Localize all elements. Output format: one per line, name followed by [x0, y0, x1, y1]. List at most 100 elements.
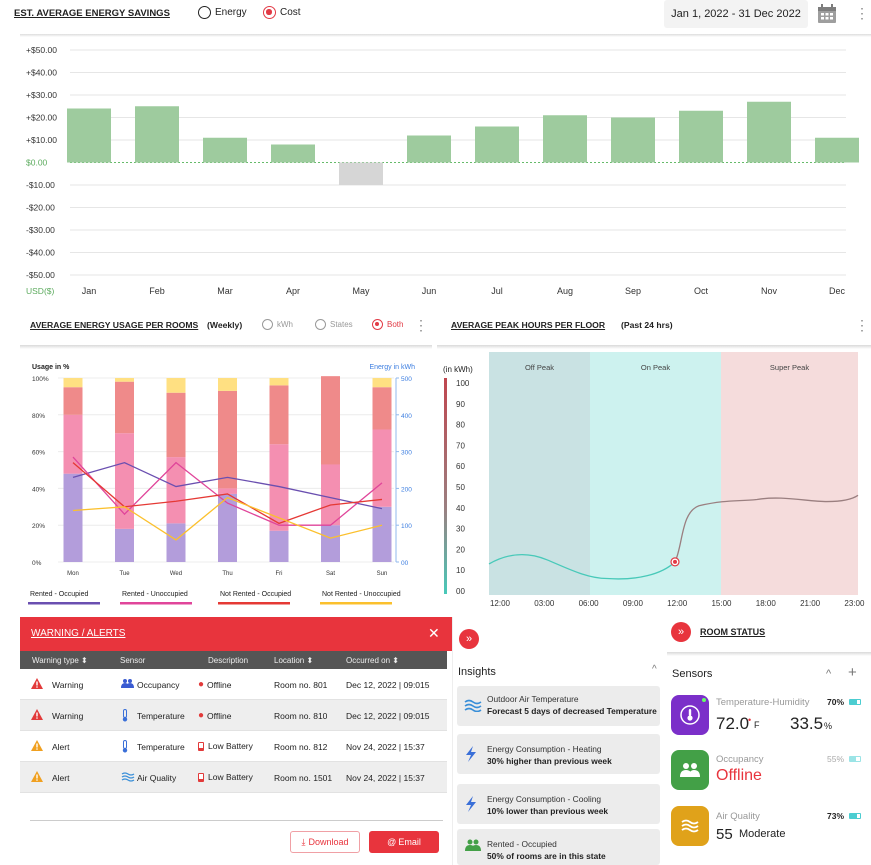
peak-more-icon[interactable]: ⋮ — [855, 318, 869, 332]
savings-chart: +$50.00 +$40.00 +$30.00 +$20.00 +$10.00 $0.00… — [26, 45, 859, 296]
y2-tick-label: 200 — [401, 486, 412, 493]
download-button[interactable]: ⤓ Download — [290, 831, 360, 853]
warning-type: Warning — [52, 711, 84, 721]
occurred-on: Dec 12, 2022 | 09:015 — [346, 680, 430, 690]
radio-circle[interactable] — [315, 319, 326, 330]
collapse-icon[interactable]: ^ — [652, 664, 657, 675]
y-tick-label: $0.00 — [26, 158, 48, 168]
insight-title: Rented - Occupied — [487, 839, 557, 849]
battery-level: 55% — [827, 754, 845, 764]
occurred-on: Nov 24, 2022 | 15:37 — [346, 742, 425, 752]
sensor-name: Air Quality — [716, 811, 760, 822]
y2-tick-label: 400 — [401, 413, 412, 420]
y-tick-label: 0% — [32, 560, 42, 567]
sensor-card-occupancy[interactable]: Occupancy 55% Offline — [671, 750, 869, 798]
sensor-card-air-quality[interactable]: Air Quality 73% 55 Moderate — [671, 806, 869, 854]
x-tick-label: Apr — [286, 286, 300, 296]
x-tick-label: Tue — [119, 571, 130, 577]
calendar-icon[interactable] — [816, 3, 838, 30]
y-tick-label: +$10.00 — [26, 135, 57, 145]
insight-detail: 50% of rooms are in this state — [487, 851, 606, 861]
rooms-more-icon[interactable]: ⋮ — [414, 318, 428, 332]
y-tick-label: +$40.00 — [26, 68, 57, 78]
insight-card[interactable]: Rented - Occupied 50% of rooms are in thi… — [457, 829, 660, 865]
col-warning-type[interactable]: Warning type ⬍ — [32, 656, 88, 665]
x-tick-label: 12:00 — [490, 599, 511, 608]
warnings-title: WARNING / ALERTS — [31, 628, 126, 639]
col-description: Description — [208, 655, 249, 665]
radio-circle-selected[interactable] — [263, 6, 276, 19]
insight-card[interactable]: Outdoor Air Temperature Forecast 5 days o… — [457, 686, 660, 726]
battery-icon — [849, 813, 861, 819]
sensor-card-temperature-humidity[interactable]: Temperature-Humidity 70% 72.0 • F 33.5 % — [671, 695, 869, 743]
divider — [30, 820, 443, 821]
table-row[interactable]: Warning Occupancy ● Offline Room no. 801 Dec … — [20, 669, 447, 700]
divider — [667, 652, 871, 656]
close-icon[interactable]: ✕ — [428, 625, 440, 642]
y-tick-label: 30 — [456, 525, 465, 534]
y-tick-label: 20 — [456, 545, 465, 554]
y-tick-label: 100 — [456, 379, 470, 388]
rooms-subtitle: (Weekly) — [207, 320, 243, 330]
y-tick-label: -$50.00 — [26, 270, 55, 280]
add-icon[interactable]: + — [848, 664, 857, 681]
warning-icon — [31, 709, 43, 722]
x-tick-label: 06:00 — [579, 599, 600, 608]
x-tick-label: Jun — [422, 286, 437, 296]
radio-circle[interactable] — [198, 6, 211, 19]
bar — [67, 108, 111, 163]
stack-segment — [321, 525, 340, 562]
y-tick-label: 10 — [456, 566, 465, 575]
expand-icon[interactable]: » — [459, 629, 479, 649]
col-occurred-on[interactable]: Occurred on ⬍ — [346, 656, 399, 665]
sensor-status: Offline — [716, 767, 762, 784]
battery-icon — [849, 756, 861, 762]
collapse-icon[interactable]: ^ — [826, 668, 831, 680]
insight-title: Energy Consumption - Cooling — [487, 794, 602, 804]
email-button[interactable]: @ Email — [369, 831, 439, 853]
y-tick-label: 40% — [32, 486, 45, 493]
legend-swatch — [320, 602, 392, 605]
stack-segment — [166, 378, 186, 393]
table-row[interactable]: Alert Air Quality Low Battery Room no. 1501… — [20, 762, 447, 793]
radio-kwh[interactable]: kWh — [262, 319, 293, 330]
warnings-header: WARNING / ALERTS ✕ — [20, 617, 452, 651]
y-tick-label: 90 — [456, 400, 465, 409]
x-tick-label: Oct — [694, 286, 709, 296]
bar — [611, 117, 655, 163]
table-row[interactable]: Alert Temperature Low Battery Room no. 812 N… — [20, 731, 447, 762]
radio-cost[interactable]: Cost — [263, 6, 301, 19]
email-label: Email — [398, 837, 421, 847]
air-icon — [464, 698, 482, 714]
stack-segment — [372, 378, 392, 388]
col-location[interactable]: Location ⬍ — [274, 656, 313, 665]
insight-card[interactable]: Energy Consumption - Cooling 10% lower th… — [457, 784, 660, 824]
current-point-dot — [673, 559, 677, 564]
y-tick-label: +$20.00 — [26, 113, 57, 123]
radio-circle-selected[interactable] — [372, 319, 383, 330]
insight-card[interactable]: Energy Consumption - Heating 30% higher t… — [457, 734, 660, 774]
sensor-name: Air Quality — [137, 773, 177, 783]
table-row[interactable]: Warning Temperature ● Offline Room no. 810 De… — [20, 700, 447, 731]
zone-label: Off Peak — [525, 363, 554, 372]
x-tick-label: 21:00 — [800, 599, 821, 608]
stack-segment — [115, 381, 134, 434]
stack-segment — [321, 464, 340, 526]
peak-zone — [590, 352, 721, 595]
radio-both[interactable]: Both — [372, 319, 403, 330]
radio-energy[interactable]: Energy — [198, 6, 247, 19]
radio-circle[interactable] — [262, 319, 273, 330]
savings-more-icon[interactable]: ⋮ — [855, 6, 869, 20]
radio-states[interactable]: States — [315, 319, 353, 330]
stack-segment — [115, 528, 134, 562]
date-range[interactable]: Jan 1, 2022 - 31 Dec 2022 — [664, 0, 808, 28]
temp-dot-icon: • — [748, 715, 752, 725]
peak-zone — [489, 352, 590, 595]
y2-tick-label: 500 — [401, 376, 412, 383]
x-tick-label: Fri — [276, 571, 283, 577]
x-tick-label: Wed — [170, 571, 182, 577]
color-scale-bar — [444, 378, 447, 594]
room-status-expand-icon[interactable]: » — [671, 622, 691, 642]
air-quality-value: 55 — [716, 826, 733, 843]
x-tick-label: Nov — [761, 286, 778, 296]
